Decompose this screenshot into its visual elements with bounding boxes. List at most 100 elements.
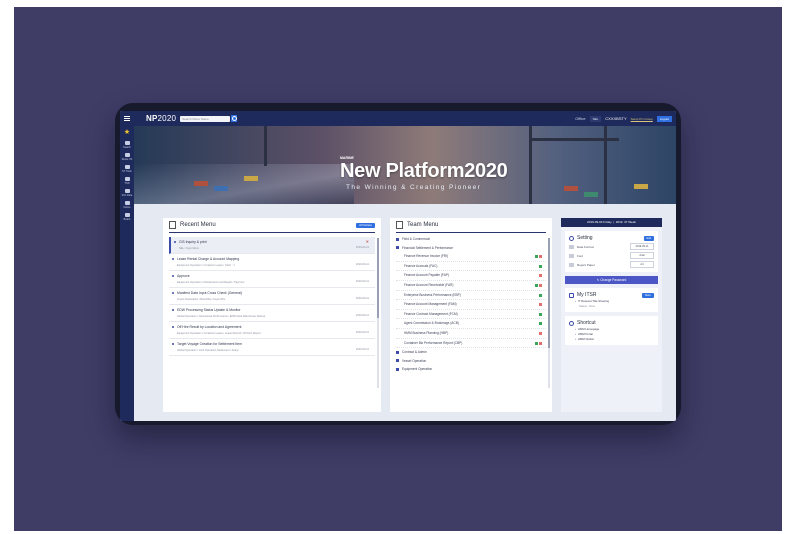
status-badge	[539, 331, 542, 335]
recent-item[interactable]: Off Hire Result by Location and Agreemen…	[169, 322, 375, 339]
banner-tagline: The Winning & Creating Pioneer	[346, 184, 482, 191]
team-sub-item[interactable]: Finance Accruals (FAC)	[396, 262, 546, 272]
banner-container	[244, 176, 258, 181]
sidebar-item-tools[interactable]: ST Tools	[120, 163, 134, 174]
paper-icon	[569, 262, 574, 267]
app-logo[interactable]: NP2020	[146, 114, 176, 123]
sidebar-item-route[interactable]: Route XF	[120, 151, 134, 162]
notice-icon	[124, 200, 130, 205]
team-sub-item[interactable]: Container Biz Performance Report (CBP)	[396, 339, 546, 349]
team-group-item[interactable]: Equipment Operation	[396, 365, 546, 374]
team-sub-item[interactable]: Finance Account Management (FAM)	[396, 300, 546, 310]
sidebar-item-board[interactable]: Board	[120, 211, 134, 222]
team-sub-item[interactable]: Finance Account Payable (FAP)	[396, 271, 546, 281]
office-select[interactable]: SEL	[589, 115, 602, 122]
setting-section: Setting Edit Date Format 2019-09-11 Font Ar…	[565, 231, 658, 272]
star-icon: ★	[123, 129, 131, 136]
recent-scrollbar[interactable]	[377, 238, 379, 388]
banner-road	[134, 164, 354, 204]
team-sub-item[interactable]: Agent Commission & Brokerage (ACB)	[396, 319, 546, 329]
calendar-icon	[569, 244, 574, 249]
font-select[interactable]: Arial	[630, 252, 654, 259]
search-icon	[124, 140, 130, 145]
banner-title: New Platform2020	[340, 160, 508, 182]
logout-button[interactable]: Logout	[656, 115, 672, 122]
banner-container	[564, 186, 578, 191]
recent-item[interactable]: CIS Inquiry & print SEL / Input Menu ✕ 2…	[169, 237, 375, 254]
app-screen: NP2020 Search Menu Name Office SEL CXXXB…	[120, 111, 676, 421]
team-icon	[396, 221, 403, 229]
sidebar-item-favorite[interactable]: ★	[120, 127, 134, 138]
tools-icon	[124, 164, 130, 169]
status-badge	[535, 341, 538, 345]
team-group-item[interactable]: Contract & Admin	[396, 348, 546, 357]
recent-item[interactable]: EDW Processing Status Update & Monitor G…	[169, 305, 375, 322]
office-label: Office	[575, 116, 586, 121]
report-paper-select[interactable]: A4	[630, 261, 654, 268]
recent-menu-title: Recent Menu	[180, 222, 216, 228]
hero-banner: MARINE New Platform2020 The Winning & Cr…	[134, 126, 676, 204]
top-navigation-bar: NP2020 Search Menu Name Office SEL CXXXB…	[120, 111, 676, 126]
font-row: Font Arial	[569, 251, 654, 260]
tsd-icon	[124, 176, 130, 181]
date-format-row: Date Format 2019-09-11	[569, 242, 654, 251]
team-menu-header: Team Menu	[396, 218, 546, 233]
recent-item[interactable]: Target Voyage Creation for Settlement It…	[169, 339, 375, 356]
change-password-button[interactable]: ✎ Change Password	[565, 276, 658, 284]
board-icon	[124, 212, 130, 217]
recent-menu-panel: Recent Menu All Delete CIS Inquiry & pri…	[163, 218, 381, 412]
shortcut-section: Shortcut HMM Homepage HMM Portal HMM Glo…	[565, 316, 658, 345]
status-badge	[539, 283, 542, 287]
status-badge	[539, 255, 542, 259]
sidebar-item-port[interactable]: Port Data	[120, 187, 134, 198]
itsr-icon	[569, 292, 574, 298]
setting-edit-button[interactable]: Edit	[643, 235, 654, 241]
team-sub-item[interactable]: HMM Business Planning (HBP)	[396, 329, 546, 339]
recent-item[interactable]: Approve Equipment Operation / Maintenanc…	[169, 271, 375, 288]
status-badge	[539, 274, 542, 278]
team-sub-item[interactable]: Finance Revenue Invoice (FRI)	[396, 252, 546, 262]
sidebar-item-tsd[interactable]: TSD	[120, 175, 134, 186]
status-badge	[539, 322, 542, 326]
sidebar-item-search[interactable]: Search	[120, 139, 134, 150]
search-icon[interactable]	[231, 115, 238, 122]
user-name: CXXXBSTY	[605, 116, 627, 121]
status-badge	[535, 255, 538, 259]
team-sub-item[interactable]: Enterprise Business Performance (EBP)	[396, 291, 546, 301]
itsr-more-button[interactable]: More	[642, 292, 654, 298]
right-column: 2019-09-03 Friday | 2019. 37 Week Settin…	[561, 218, 662, 412]
team-scrollbar[interactable]	[548, 238, 550, 388]
date-format-select[interactable]: 2019-09-11	[630, 243, 654, 250]
itsr-status: Status : New	[579, 304, 595, 308]
all-delete-button[interactable]: All Delete	[356, 222, 375, 228]
team-sub-item[interactable]: Finance Contract Management (FCM)	[396, 310, 546, 320]
gear-icon	[569, 235, 574, 241]
banner-container	[214, 186, 228, 191]
close-icon[interactable]: ✕	[366, 239, 369, 244]
banner-container	[584, 192, 598, 197]
download-icon	[124, 188, 130, 193]
banner-crane	[264, 126, 267, 166]
date-bar: 2019-09-03 Friday | 2019. 37 Week	[561, 218, 662, 227]
team-menu-panel: Team Menu Field & Commercial Financial S…	[390, 218, 552, 412]
font-icon	[569, 253, 574, 258]
shortcut-link[interactable]: HMM Global	[569, 337, 654, 342]
link-icon	[569, 320, 574, 326]
report-paper-row: Report Paper A4	[569, 260, 654, 269]
hamburger-menu-icon[interactable]	[120, 111, 134, 126]
search-input[interactable]: Search Menu Name	[180, 115, 231, 122]
itsr-section: My ITSRMore IT Request Title Showing Sta…	[565, 288, 658, 312]
team-group-item[interactable]: Field & Commercial	[396, 235, 546, 244]
recent-item[interactable]: Lease Rental Charge & Account Mapping Eq…	[169, 254, 375, 271]
status-badge	[539, 293, 542, 297]
team-group-item[interactable]: Financial Settlement & Performance	[396, 244, 546, 253]
team-sub-item[interactable]: Finance Account Receivable (FAR)	[396, 281, 546, 291]
sidebar-item-notice[interactable]: Notice	[120, 199, 134, 210]
document-icon	[169, 221, 176, 229]
team-group-item[interactable]: Vessel Operation	[396, 357, 546, 366]
setup-link[interactable]: Setup Pin Group	[631, 117, 653, 121]
status-badge	[539, 264, 542, 268]
recent-item[interactable]: Manifest Data Input Cross Check (General…	[169, 288, 375, 305]
status-badge	[539, 341, 542, 345]
route-icon	[124, 152, 130, 157]
